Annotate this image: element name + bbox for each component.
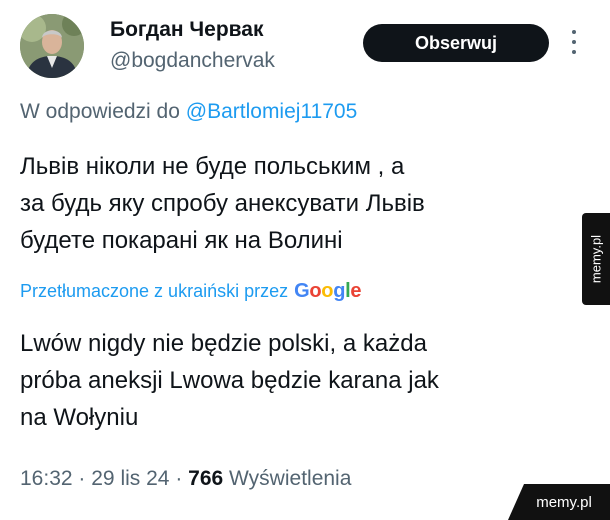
reply-prefix: W odpowiedzi do	[20, 100, 180, 123]
watermark-side: memy.pl	[582, 213, 610, 305]
author-handle[interactable]: @bogdanchervak	[110, 49, 275, 73]
tweet-date[interactable]: 29 lis 24	[91, 467, 169, 490]
reply-context: W odpowiedzi do @Bartlomiej11705	[20, 100, 357, 124]
more-dot	[572, 40, 576, 44]
tweet-text: Львів ніколи не буде польським , а за бу…	[20, 148, 580, 259]
reply-mention-link[interactable]: @Bartlomiej11705	[186, 100, 358, 123]
tweet-line: за будь яку спробу анексувати Львів	[20, 190, 425, 217]
tweet-line: Львів ніколи не буде польським , а	[20, 153, 405, 180]
tweet-time[interactable]: 16:32	[20, 467, 73, 490]
meta-separator: ·	[78, 467, 86, 490]
translation-line: próba aneksji Lwowa będzie karana jak	[20, 367, 439, 394]
tweet-line: будете покарані як на Волині	[20, 227, 343, 254]
google-letter: g	[333, 280, 346, 302]
google-letter: o	[309, 280, 322, 302]
more-dot	[572, 30, 576, 34]
translation-line: Lwów nigdy nie będzie polski, a każda	[20, 330, 427, 357]
author-name[interactable]: Богдан Червак	[110, 18, 263, 42]
more-vertical-icon[interactable]	[568, 30, 580, 54]
tweet-meta: 16:32 · 29 lis 24 · 766 Wyświetlenia	[20, 467, 351, 491]
views-label: Wyświetlenia	[229, 467, 352, 490]
translation-note: Przetłumaczone z ukraiński przez	[20, 281, 289, 301]
follow-button[interactable]: Obserwuj	[363, 24, 549, 62]
translated-text: Lwów nigdy nie będzie polski, a każda pr…	[20, 325, 580, 436]
translation-attribution[interactable]: Przetłumaczone z ukraiński przez Google	[20, 280, 362, 303]
avatar[interactable]	[20, 14, 84, 78]
google-letter: G	[294, 280, 310, 302]
translation-line: na Wołyniu	[20, 404, 139, 431]
google-letter: e	[350, 280, 362, 302]
avatar-photo	[20, 14, 84, 78]
meta-separator: ·	[175, 467, 183, 490]
google-letter: o	[321, 280, 334, 302]
google-logo: Google	[294, 280, 361, 303]
views-count: 766	[188, 467, 224, 490]
watermark-bottom: memy.pl	[508, 484, 610, 520]
watermark-bottom-text: memy.pl	[536, 493, 592, 511]
watermark-side-text: memy.pl	[588, 234, 604, 284]
more-dot	[572, 50, 576, 54]
